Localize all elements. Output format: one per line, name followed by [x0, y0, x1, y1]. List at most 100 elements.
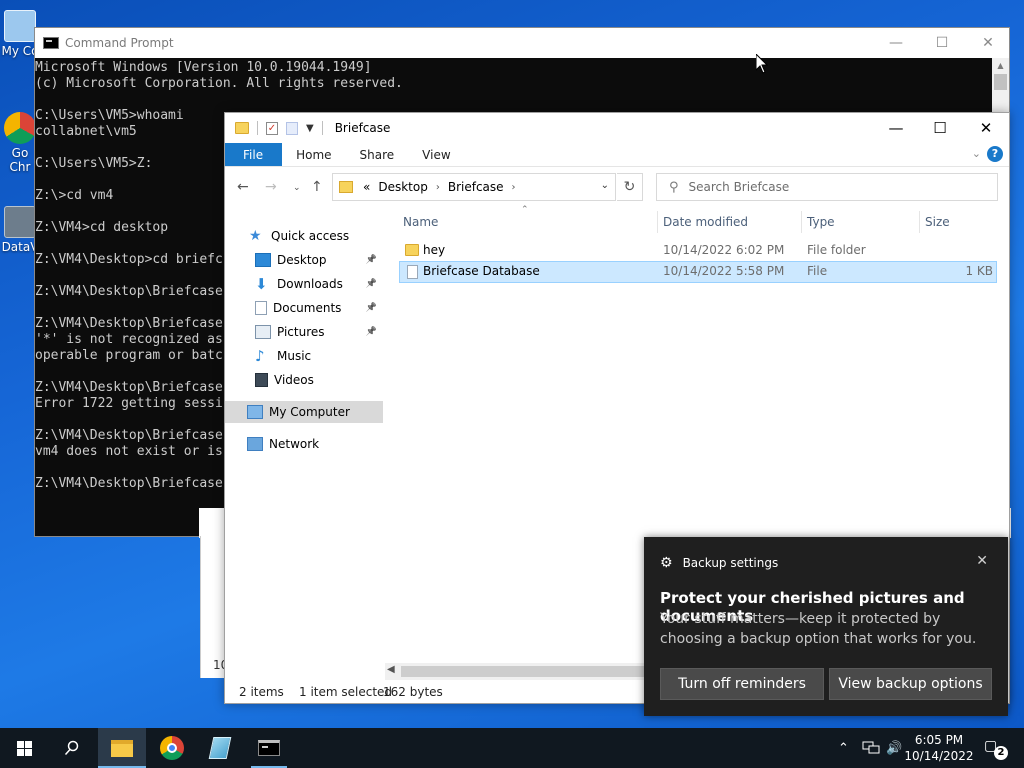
search-button[interactable] [48, 728, 96, 768]
video-icon [255, 373, 268, 387]
nav-item-label: Downloads [277, 277, 343, 291]
column-type[interactable]: Type [803, 211, 919, 233]
pin-icon[interactable]: 📌 [366, 327, 377, 337]
turn-off-reminders-button[interactable]: Turn off reminders [660, 668, 824, 700]
backup-notification[interactable]: ⚙ Backup settings ✕ Protect your cherish… [644, 537, 1008, 716]
computer-icon [4, 10, 36, 42]
expand-ribbon-icon[interactable]: ⌄ [972, 147, 981, 160]
background-window[interactable]: 10 [200, 536, 228, 678]
search-box[interactable]: ⚲ Search Briefcase [656, 173, 998, 201]
file-row[interactable]: hey 10/14/2022 6:02 PM File folder [399, 240, 997, 262]
minimize-button[interactable]: — [873, 113, 919, 143]
file-name: Briefcase Database [423, 264, 540, 278]
column-divider[interactable] [919, 211, 920, 233]
address-overflow[interactable]: « [363, 180, 370, 194]
breadcrumb-desktop[interactable]: Desktop [378, 180, 428, 194]
breadcrumb-briefcase[interactable]: Briefcase [448, 180, 504, 194]
scroll-left-icon[interactable]: ◀ [387, 664, 395, 675]
nav-item-quick-access[interactable]: ★ Quick access [225, 225, 383, 247]
start-button[interactable] [0, 728, 48, 768]
chrome-icon [160, 736, 184, 760]
nav-item-music[interactable]: ♪ Music [225, 345, 383, 367]
scroll-thumb[interactable] [994, 74, 1007, 90]
close-icon[interactable]: ✕ [976, 553, 988, 569]
volume-tray-icon[interactable]: 🔊 [886, 728, 902, 768]
show-hidden-icons[interactable]: ⌃ [838, 728, 849, 768]
customize-toolbar-icon[interactable]: ▼ [306, 123, 314, 134]
taskbar: ⌃ 🔊 6:05 PM 10/14/2022 ▢ 2 [0, 728, 1024, 768]
nav-item-my-computer[interactable]: My Computer [225, 401, 383, 423]
scroll-up-icon[interactable]: ▲ [992, 58, 1009, 74]
address-bar[interactable]: « Desktop › Briefcase › ⌄ [332, 173, 616, 201]
maximize-button[interactable]: ☐ [919, 28, 965, 58]
maximize-button[interactable]: ☐ [917, 113, 963, 143]
search-input[interactable]: Search Briefcase [689, 180, 790, 194]
cmd-line: Microsoft Windows [Version 10.0.19044.19… [35, 60, 372, 75]
chevron-down-icon[interactable]: ⌄ [601, 180, 609, 191]
nav-item-desktop[interactable]: Desktop 📌 [225, 249, 383, 271]
nav-item-label: Network [269, 437, 320, 451]
computer-icon [247, 405, 263, 419]
refresh-icon[interactable]: ↻ [617, 173, 643, 201]
up-arrow-icon[interactable]: ↑ [311, 179, 323, 195]
nav-item-downloads[interactable]: ⬇ Downloads 📌 [225, 273, 383, 295]
tab-home[interactable]: Home [282, 143, 345, 166]
close-button[interactable]: ✕ [965, 28, 1011, 58]
column-size[interactable]: Size [921, 211, 997, 233]
pin-icon[interactable]: 📌 [366, 255, 377, 265]
column-name[interactable]: Name [399, 211, 657, 233]
tab-file[interactable]: File [225, 143, 283, 166]
minimize-button[interactable]: — [873, 28, 919, 58]
file-row[interactable]: Briefcase Database 10/14/2022 5:58 PM Fi… [399, 261, 997, 283]
clock-date: 10/14/2022 [904, 749, 974, 763]
taskbar-file-explorer[interactable] [98, 728, 146, 768]
back-arrow-icon[interactable]: ← [237, 179, 249, 195]
picture-icon [255, 325, 271, 339]
pin-icon[interactable]: 📌 [366, 279, 377, 289]
chevron-right-icon[interactable]: › [512, 182, 516, 193]
nav-item-videos[interactable]: Videos [225, 369, 383, 391]
status-item-count: 2 items [239, 685, 284, 699]
column-divider[interactable] [801, 211, 802, 233]
taskbar-chrome[interactable] [148, 728, 196, 768]
column-divider[interactable] [657, 211, 658, 233]
nav-item-documents[interactable]: Documents 📌 [225, 297, 383, 319]
network-icon [862, 741, 880, 754]
properties-icon[interactable]: ✓ [266, 121, 278, 135]
forward-arrow-icon[interactable]: → [265, 179, 277, 195]
tab-view[interactable]: View [408, 143, 464, 166]
folder-icon [235, 122, 249, 134]
chevron-right-icon[interactable]: › [436, 182, 440, 193]
pin-icon[interactable]: 📌 [366, 303, 377, 313]
file-type: File folder [807, 243, 866, 257]
cmd-titlebar[interactable]: Command Prompt — ☐ ✕ [35, 28, 1009, 58]
help-icon[interactable]: ? [987, 146, 1003, 162]
desktop-icon [255, 253, 271, 267]
recent-locations-icon[interactable]: ⌄ [293, 183, 301, 193]
document-icon [255, 301, 267, 315]
file-type: File [807, 264, 828, 278]
taskbar-clock[interactable]: 6:05 PM 10/14/2022 [904, 732, 974, 764]
speaker-icon: 🔊 [886, 740, 903, 756]
close-button[interactable]: ✕ [963, 113, 1009, 143]
taskbar-command-prompt[interactable] [245, 728, 293, 768]
notification-body: Your stuff matters—keep it protected by … [660, 611, 977, 647]
file-icon [407, 265, 418, 279]
tab-share[interactable]: Share [346, 143, 409, 166]
file-explorer-icon [111, 739, 133, 757]
cmd-title: Command Prompt [65, 36, 174, 50]
nav-item-pictures[interactable]: Pictures 📌 [225, 321, 383, 343]
chevron-up-icon[interactable]: ⌃ [838, 741, 849, 756]
explorer-title: Briefcase [334, 121, 391, 135]
explorer-titlebar[interactable]: ✓ ▼ Briefcase — ☐ ✕ [225, 113, 1009, 143]
view-backup-options-button[interactable]: View backup options [829, 668, 992, 700]
datav-icon [4, 206, 36, 238]
column-date-modified[interactable]: Date modified [659, 211, 801, 233]
new-folder-icon[interactable] [286, 121, 298, 135]
taskbar-app[interactable] [196, 728, 244, 768]
nav-item-network[interactable]: Network [225, 433, 383, 455]
nav-item-label: Music [277, 349, 312, 363]
status-selected: 1 item selected [299, 685, 393, 699]
action-center-button[interactable]: ▢ 2 [984, 738, 1008, 760]
network-tray-icon[interactable] [862, 728, 880, 768]
